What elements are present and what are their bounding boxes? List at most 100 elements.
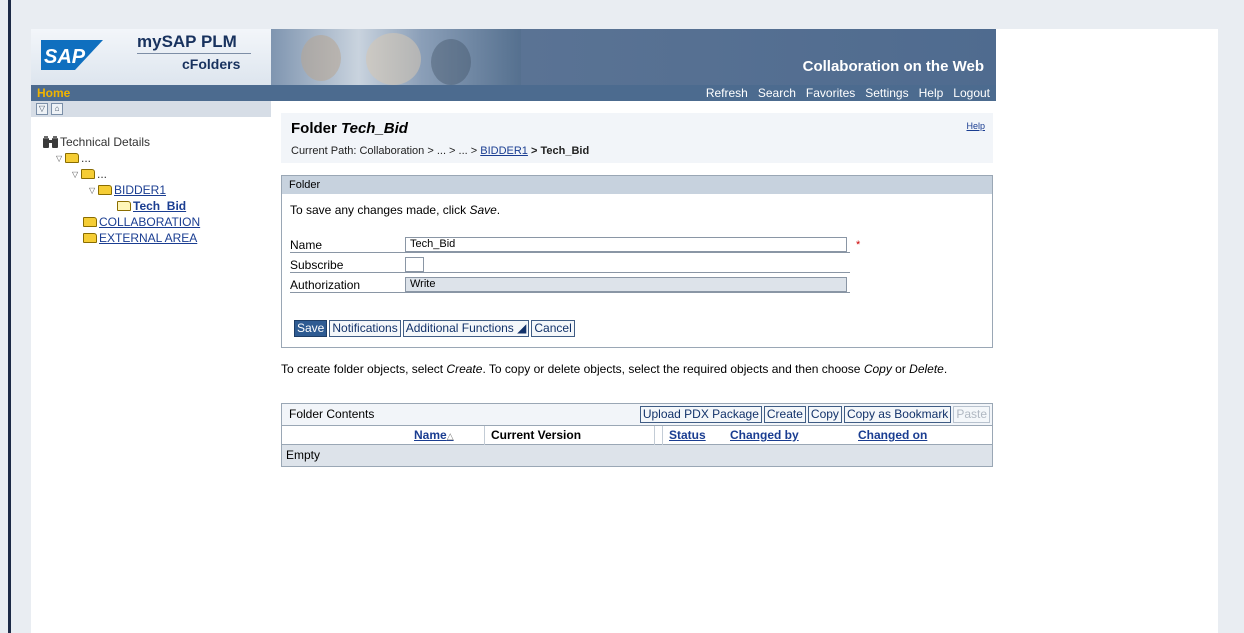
- nav-favorites-link[interactable]: Favorites: [806, 86, 855, 100]
- notifications-button[interactable]: Notifications: [329, 320, 401, 337]
- nav-settings-link[interactable]: Settings: [865, 86, 908, 100]
- product-name: mySAP PLM: [137, 32, 237, 51]
- svg-text:SAP: SAP: [44, 46, 86, 68]
- instr-emph: Copy: [863, 362, 892, 376]
- save-info-text: To save any changes made, click Save.: [290, 203, 500, 217]
- status-column-header[interactable]: Status: [662, 426, 724, 445]
- top-nav-bar: Home Refresh Search Favorites Settings H…: [31, 85, 996, 101]
- tree-item-tech-bid[interactable]: Tech_Bid: [117, 198, 186, 214]
- changed-by-column-header[interactable]: Changed by: [724, 426, 852, 445]
- create-button[interactable]: Create: [763, 406, 806, 423]
- version-column-header: Current Version: [484, 426, 654, 445]
- tree-item-label[interactable]: Tech_Bid: [133, 199, 186, 213]
- cancel-button[interactable]: Cancel: [531, 320, 575, 337]
- tagline: Collaboration on the Web: [802, 58, 984, 75]
- table-header-row: Name△ Current Version Status Changed by …: [282, 425, 992, 445]
- empty-table-row: Empty: [282, 445, 992, 466]
- folder-icon: [83, 217, 97, 227]
- paste-button: Paste: [953, 406, 990, 423]
- select-column: [282, 426, 408, 445]
- save-button[interactable]: Save: [294, 320, 328, 337]
- binoculars-icon: [43, 136, 58, 148]
- breadcrumb-bidder1-link[interactable]: BIDDER1: [480, 145, 528, 157]
- instr-part: To create folder objects, select: [281, 362, 447, 376]
- authorization-row: Authorization Write: [290, 277, 850, 293]
- window-edge: [8, 0, 11, 633]
- home-tree-icon[interactable]: ⌂: [51, 103, 63, 115]
- tree-item-external-area[interactable]: EXTERNAL AREA: [83, 230, 197, 246]
- title-area: Folder Tech_Bid Help Current Path: Colla…: [281, 113, 993, 163]
- folder-icon: [83, 233, 97, 243]
- header-banner: SAP mySAP PLM cFolders Collaboration on …: [31, 29, 996, 85]
- nav-home-link[interactable]: Home: [37, 86, 70, 100]
- main-content: Folder Tech_Bid Help Current Path: Colla…: [281, 101, 996, 633]
- folder-icon: [81, 169, 95, 179]
- instr-emph: Create: [446, 362, 483, 376]
- logo-area: SAP mySAP PLM cFolders: [31, 29, 271, 85]
- folder-details-panel: Folder To save any changes made, click S…: [281, 175, 993, 348]
- folder-panel-heading: Folder: [282, 176, 992, 194]
- banner-right: Collaboration on the Web: [521, 29, 996, 85]
- name-label: Name: [290, 238, 323, 252]
- tree-item-technical-details[interactable]: Technical Details: [42, 134, 150, 150]
- info-prefix: To save any changes made, click: [290, 203, 470, 217]
- tree-item-label[interactable]: BIDDER1: [114, 183, 166, 197]
- info-suffix: .: [496, 203, 501, 217]
- column-divider: [654, 426, 661, 445]
- breadcrumb-current: > Tech_Bid: [527, 145, 590, 157]
- name-input[interactable]: Tech_Bid: [405, 237, 847, 252]
- tree-item-label[interactable]: COLLABORATION: [99, 215, 200, 229]
- folder-actions: Save Notifications Additional Functions …: [294, 320, 575, 337]
- upload-pdx-button[interactable]: Upload PDX Package: [639, 406, 762, 423]
- nav-help-link[interactable]: Help: [919, 86, 944, 100]
- tree-item-label: Technical Details: [60, 135, 151, 149]
- name-column-label: Name: [414, 428, 447, 442]
- contents-actions: Upload PDX Package Create Copy Copy as B…: [639, 406, 990, 423]
- sort-ascending-icon: △: [446, 431, 454, 441]
- expand-arrow-icon[interactable]: ▽: [56, 154, 65, 163]
- navigation-tree: ▽ ⌂ Technical Details ▽ ... ▽ ... ▽ BIDD…: [31, 101, 271, 633]
- nav-search-link[interactable]: Search: [758, 86, 796, 100]
- tree-item-label: ...: [81, 151, 92, 165]
- tree-item-label[interactable]: EXTERNAL AREA: [99, 231, 197, 245]
- folder-icon: [98, 185, 112, 195]
- changed-on-column-header[interactable]: Changed on: [852, 426, 992, 445]
- subscribe-row: Subscribe: [290, 257, 850, 273]
- tree-item-level2[interactable]: ▽ ...: [72, 166, 107, 182]
- folder-contents-panel: Folder Contents Upload PDX Package Creat…: [281, 403, 993, 467]
- tree-item-bidder1[interactable]: ▽ BIDDER1: [89, 182, 166, 198]
- instr-part: .: [943, 362, 948, 376]
- nav-refresh-link[interactable]: Refresh: [706, 86, 748, 100]
- folder-contents-title: Folder Contents: [289, 407, 375, 421]
- breadcrumb-prefix: Current Path: Collaboration > ... > ... …: [291, 145, 481, 157]
- additional-functions-button[interactable]: Additional Functions ◢: [402, 320, 530, 337]
- cfolders-app: SAP mySAP PLM cFolders Collaboration on …: [31, 29, 1218, 633]
- page-title: Folder Tech_Bid: [291, 120, 408, 137]
- tree-item-collaboration[interactable]: COLLABORATION: [83, 214, 200, 230]
- product-subtitle: cFolders: [182, 56, 241, 72]
- name-row: Name Tech_Bid: [290, 237, 850, 253]
- breadcrumb: Current Path: Collaboration > ... > ... …: [291, 145, 589, 157]
- instructions-text: To create folder objects, select Create.…: [281, 362, 991, 377]
- expand-arrow-icon[interactable]: ▽: [72, 170, 81, 179]
- required-marker: *: [856, 239, 861, 251]
- page-title-prefix: Folder: [291, 120, 342, 137]
- page-title-name: Tech_Bid: [341, 120, 408, 137]
- collapse-all-icon[interactable]: ▽: [36, 103, 48, 115]
- subscribe-checkbox[interactable]: [405, 257, 424, 272]
- open-folder-icon: [117, 201, 131, 211]
- tree-item-level1[interactable]: ▽ ...: [56, 150, 91, 166]
- copy-as-bookmark-button[interactable]: Copy as Bookmark: [843, 406, 952, 423]
- sap-logo: SAP: [41, 40, 103, 70]
- nav-logout-link[interactable]: Logout: [953, 86, 990, 100]
- authorization-label: Authorization: [290, 278, 361, 292]
- folder-contents-header: Folder Contents Upload PDX Package Creat…: [282, 404, 992, 425]
- copy-button[interactable]: Copy: [807, 406, 842, 423]
- nav-links: Refresh Search Favorites Settings Help L…: [706, 86, 990, 100]
- info-emph: Save: [469, 203, 497, 217]
- name-column-header[interactable]: Name△: [408, 426, 484, 445]
- expand-arrow-icon[interactable]: ▽: [89, 186, 98, 195]
- top-strip: [0, 0, 1244, 22]
- help-link[interactable]: Help: [966, 121, 985, 131]
- folder-icon: [65, 153, 79, 163]
